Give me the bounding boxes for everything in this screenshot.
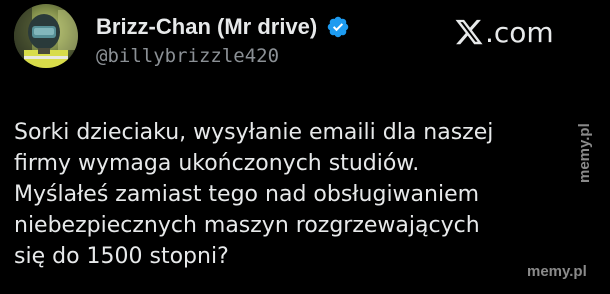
avatar-image — [14, 4, 78, 68]
tweet-line: się do 1500 stopni? — [14, 244, 229, 269]
verified-badge-icon — [327, 16, 349, 38]
brand-domain: .com — [485, 15, 554, 49]
display-name[interactable]: Brizz-Chan (Mr drive) — [96, 14, 317, 40]
side-watermark: memy.pl — [576, 123, 593, 183]
tweet-line: niebezpiecznych maszyn rozgrzewających — [14, 213, 480, 238]
tweet-line: Myślałeś zamiast tego nad obsługiwaniem — [14, 182, 480, 207]
brand-logo: .com — [454, 14, 554, 50]
tweet-line: firmy wymaga ukończonych studiów. — [14, 151, 420, 176]
user-handle[interactable]: @billybrizzle420 — [96, 45, 279, 67]
tweet-line: Sorki dzieciaku, wysyłanie emaili dla na… — [14, 120, 494, 145]
x-logo-icon — [455, 19, 483, 45]
tweet-text: Sorki dzieciaku, wysyłanie emaili dla na… — [14, 117, 574, 272]
avatar[interactable] — [14, 4, 78, 68]
bottom-watermark: memy.pl — [527, 263, 587, 280]
